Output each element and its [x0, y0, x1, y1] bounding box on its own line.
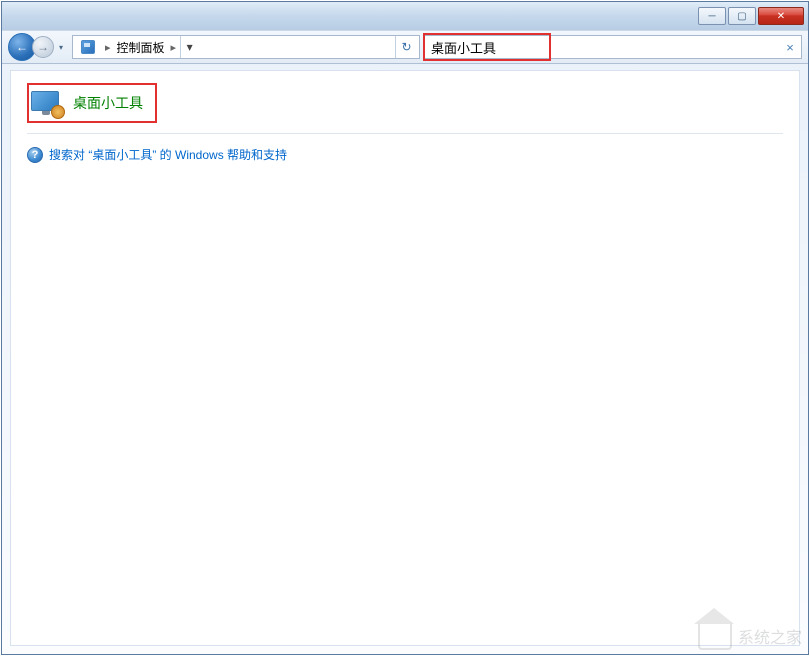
maximize-icon: ▢ — [737, 11, 746, 22]
forward-button[interactable]: → — [32, 36, 54, 58]
refresh-button[interactable]: ↻ — [395, 36, 417, 58]
divider — [27, 133, 783, 134]
clear-icon: × — [786, 40, 794, 55]
control-panel-window: ─ ▢ ✕ ← → ▾ ▸ 控制面板 ▸ ▾ — [1, 1, 809, 655]
help-link-text: 搜索对 “桌面小工具” 的 Windows 帮助和支持 — [49, 146, 287, 163]
chevron-down-icon: ▾ — [187, 40, 193, 54]
history-dropdown-button[interactable]: ▾ — [54, 36, 68, 58]
chevron-down-icon: ▾ — [59, 43, 63, 52]
minimize-icon: ─ — [708, 11, 715, 22]
breadcrumb-location[interactable]: 控制面板 — [115, 39, 167, 56]
search-input[interactable] — [425, 36, 779, 58]
help-icon: ? — [27, 147, 43, 163]
close-icon: ✕ — [777, 11, 785, 22]
address-bar[interactable]: ▸ 控制面板 ▸ ▾ ↻ — [72, 35, 420, 59]
search-result-title: 桌面小工具 — [73, 93, 143, 113]
arrow-right-icon: → — [37, 40, 49, 54]
minimize-button[interactable]: ─ — [698, 7, 726, 25]
clear-search-button[interactable]: × — [779, 36, 801, 58]
search-bar: × — [424, 35, 802, 59]
breadcrumb-separator[interactable]: ▸ — [167, 41, 181, 54]
close-button[interactable]: ✕ — [758, 7, 804, 25]
arrow-left-icon: ← — [16, 40, 28, 54]
breadcrumb-separator: ▸ — [101, 41, 115, 54]
address-dropdown-button[interactable]: ▾ — [180, 36, 198, 58]
refresh-icon: ↻ — [401, 40, 411, 54]
control-panel-icon — [79, 38, 97, 56]
titlebar: ─ ▢ ✕ — [2, 2, 808, 30]
nav-buttons: ← → ▾ — [8, 33, 68, 61]
content-area: 桌面小工具 ? 搜索对 “桌面小工具” 的 Windows 帮助和支持 — [10, 70, 800, 646]
search-result-desktop-gadgets[interactable]: 桌面小工具 — [27, 83, 153, 123]
windows-help-link[interactable]: ? 搜索对 “桌面小工具” 的 Windows 帮助和支持 — [27, 146, 783, 163]
navigation-bar: ← → ▾ ▸ 控制面板 ▸ ▾ ↻ × — [2, 30, 808, 64]
maximize-button[interactable]: ▢ — [728, 7, 756, 25]
desktop-gadgets-icon — [31, 89, 63, 117]
